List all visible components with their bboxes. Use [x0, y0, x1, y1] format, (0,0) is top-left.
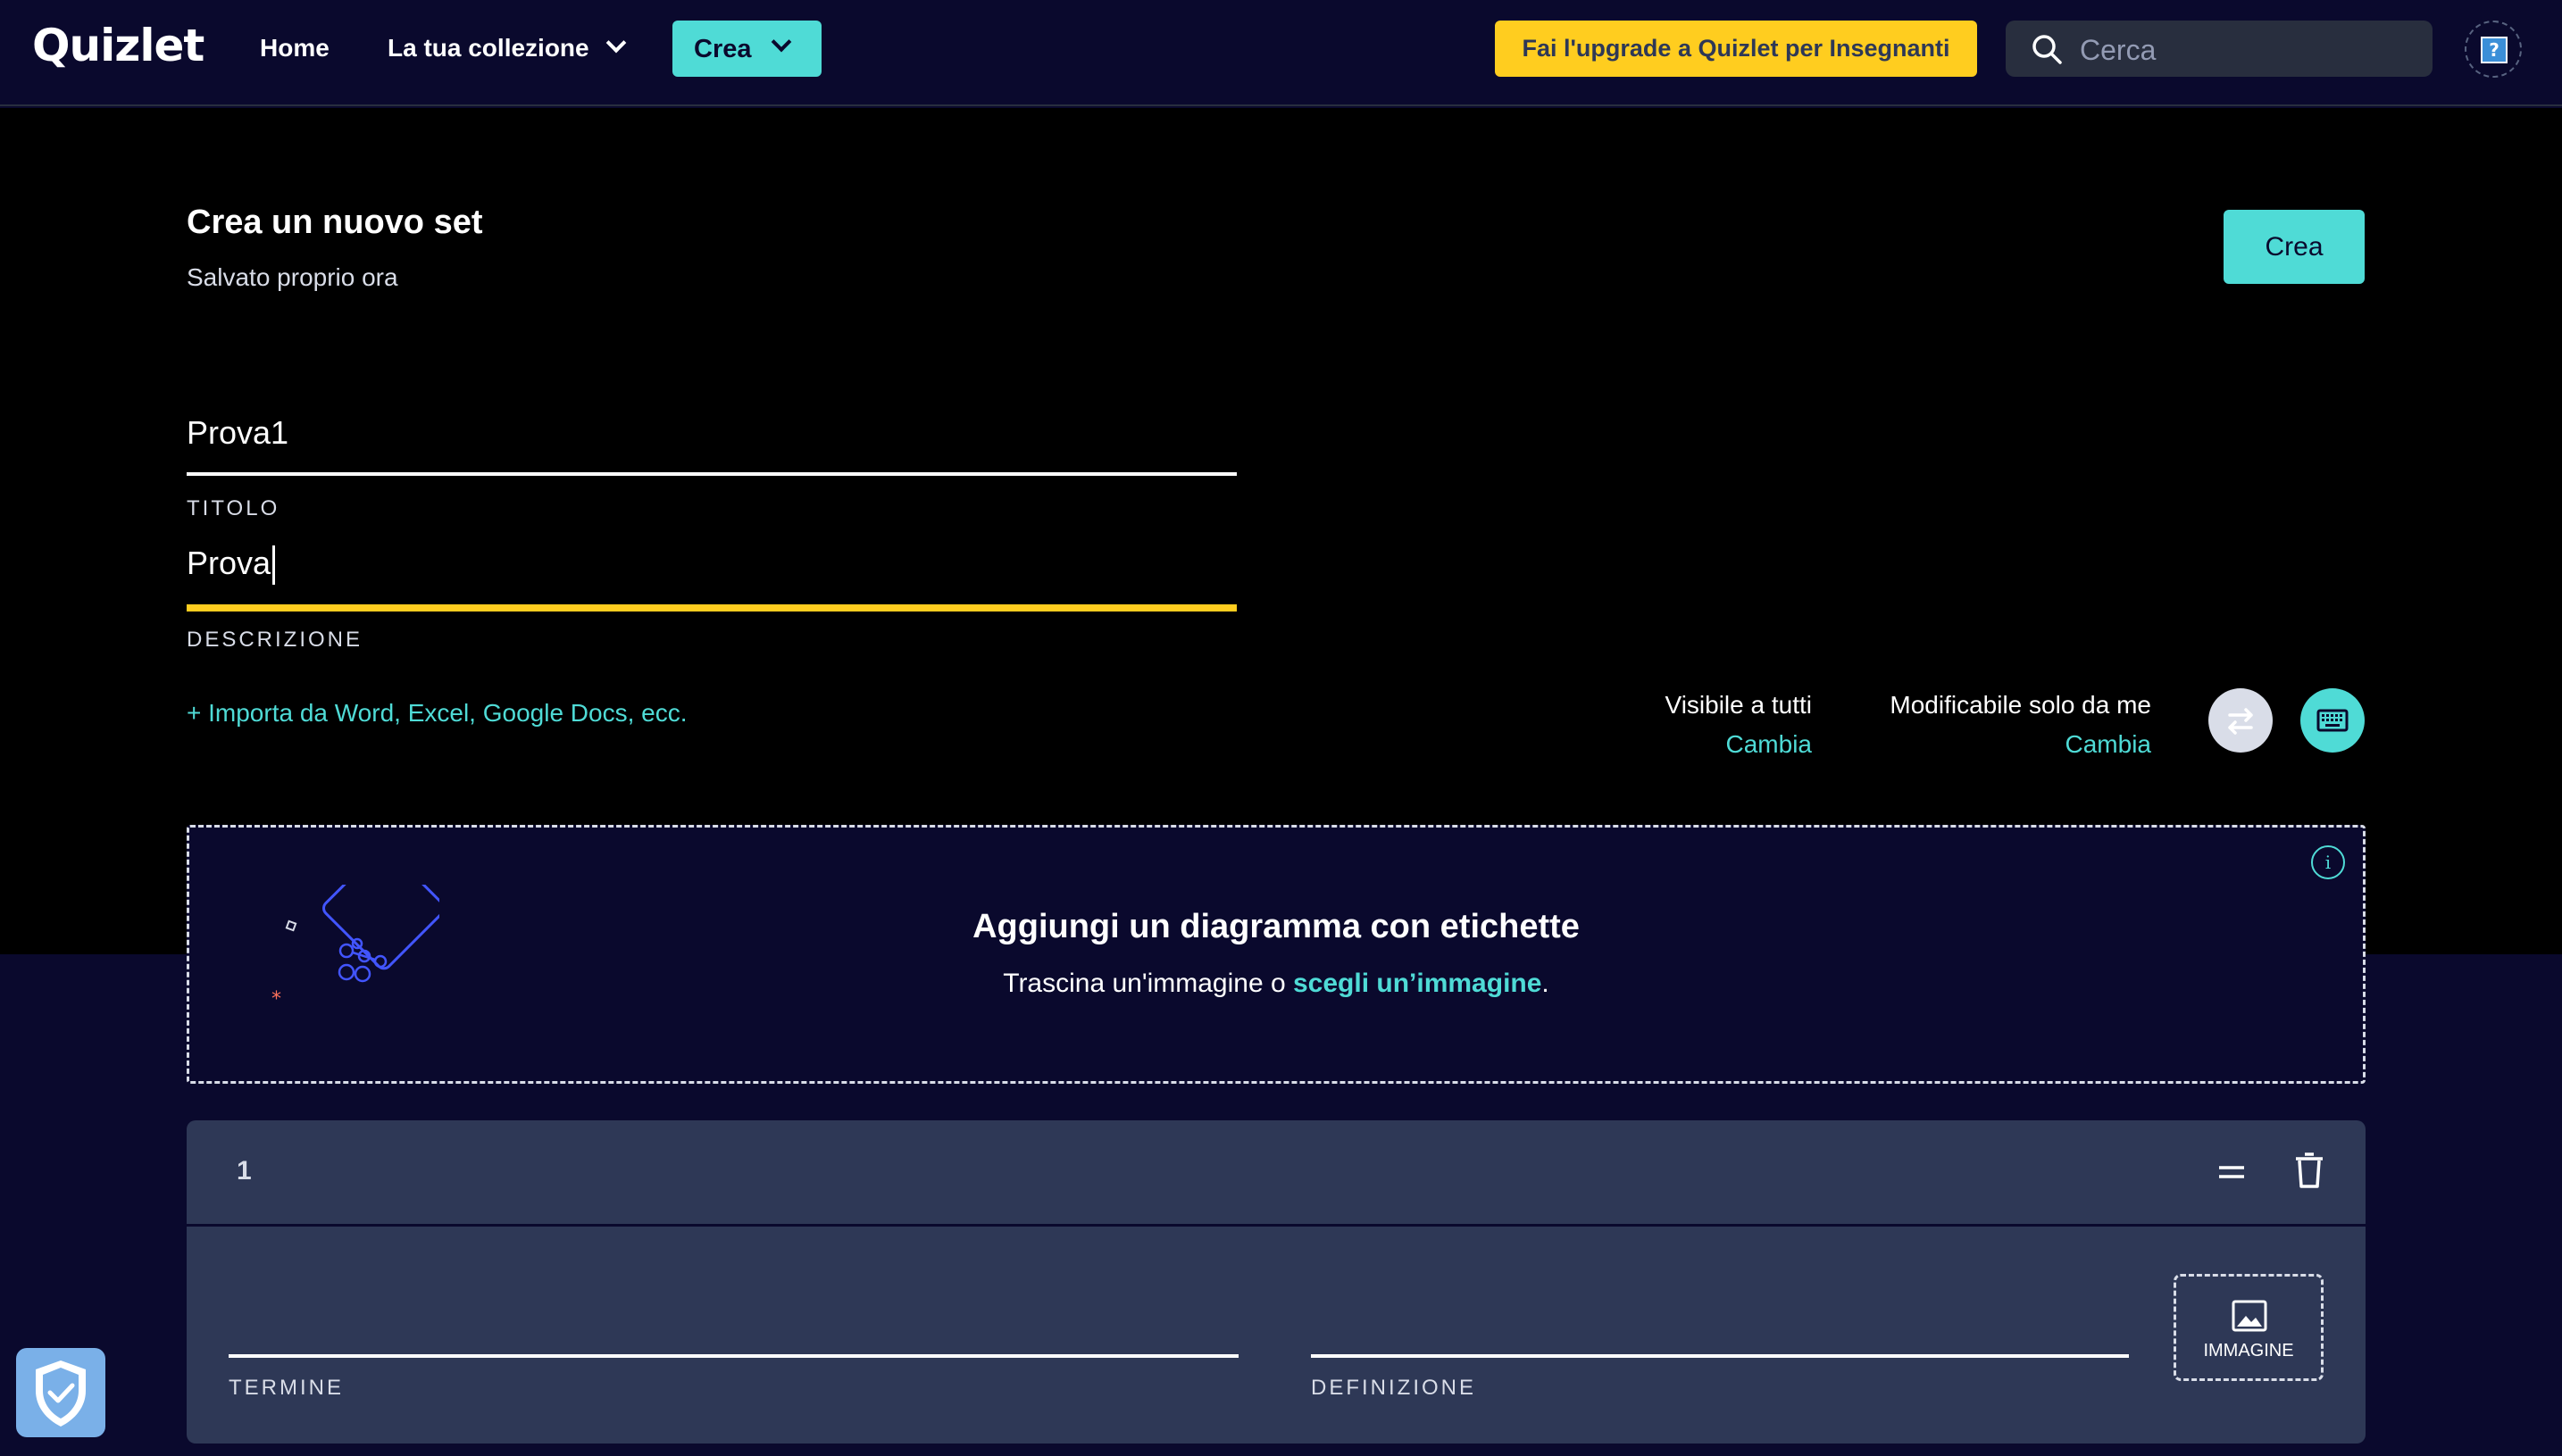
term-label: TERMINE	[229, 1376, 344, 1400]
description-underline-focused	[187, 604, 1237, 612]
definition-input[interactable]	[1311, 1354, 2129, 1358]
visibility-label: Visibile a tutti	[1665, 691, 1812, 719]
nav-home-link[interactable]: Home	[260, 34, 330, 62]
create-dropdown-button[interactable]: Crea	[672, 21, 822, 77]
diagram-drop-zone[interactable]: i * Aggiungi un diagramma con etichette …	[187, 825, 2366, 1084]
keyboard-icon	[2316, 709, 2349, 732]
choose-image-link[interactable]: scegli un’immagine	[1293, 969, 1541, 998]
visibility-change-link[interactable]: Cambia	[1665, 730, 1812, 759]
editing-label: Modificabile solo da me	[1890, 691, 2151, 719]
top-navigation-bar: Quizlet Home La tua collezione Crea Fai …	[0, 0, 2562, 106]
diagram-subtitle-suffix: .	[1541, 969, 1549, 998]
visibility-setting: Visibile a tutti Cambia	[1665, 691, 1812, 759]
image-icon	[2232, 1300, 2267, 1332]
swap-icon	[2228, 708, 2253, 735]
help-button[interactable]: ?	[2465, 21, 2522, 78]
term-card: 1 TERMINE DEFINIZIONE IMMAGINE	[187, 1120, 2366, 1444]
card-header: 1	[187, 1120, 2366, 1227]
save-status: Salvato proprio ora	[187, 263, 398, 291]
upgrade-button[interactable]: Fai l'upgrade a Quizlet per Insegnanti	[1495, 21, 1977, 77]
search-bar[interactable]: Cerca	[2006, 21, 2433, 77]
shield-icon	[36, 1360, 86, 1427]
editing-setting: Modificabile solo da me Cambia	[1890, 691, 2151, 759]
quizlet-logo[interactable]: Quizlet	[32, 20, 204, 71]
search-input[interactable]: Cerca	[2080, 34, 2156, 67]
info-icon[interactable]: i	[2311, 845, 2345, 879]
term-input[interactable]	[229, 1354, 1239, 1358]
editing-change-link[interactable]: Cambia	[1890, 730, 2151, 759]
description-input[interactable]: Prova	[187, 545, 276, 586]
keyboard-shortcuts-button[interactable]	[2300, 688, 2365, 753]
trash-icon[interactable]	[2294, 1152, 2324, 1188]
drag-handle-icon[interactable]	[2216, 1156, 2248, 1188]
diagram-heading: Aggiungi un diagramma con etichette	[972, 908, 1580, 945]
help-icon: ?	[2481, 37, 2508, 63]
search-icon	[2032, 35, 2062, 64]
nav-collection-label: La tua collezione	[388, 34, 589, 62]
create-dropdown-label: Crea	[694, 35, 752, 63]
add-image-button[interactable]: IMMAGINE	[2174, 1274, 2324, 1381]
card-number: 1	[237, 1156, 252, 1186]
create-set-button[interactable]: Crea	[2224, 210, 2365, 284]
description-label: DESCRIZIONE	[187, 628, 363, 652]
diagram-subtitle-prefix: Trascina un'immagine o	[1003, 969, 1293, 998]
diagram-subtitle: Trascina un'immagine o scegli un’immagin…	[189, 969, 2363, 999]
description-value: Prova	[187, 545, 271, 581]
title-input[interactable]: Prova1	[187, 414, 288, 452]
security-extension-shield-button[interactable]	[16, 1348, 105, 1437]
title-label: TITOLO	[187, 496, 280, 520]
diagram-illustration-icon: *	[271, 885, 439, 1011]
chevron-down-icon	[605, 32, 627, 54]
title-underline	[187, 472, 1237, 476]
nav-collection-dropdown[interactable]: La tua collezione	[388, 32, 627, 62]
page-title: Crea un nuovo set	[187, 204, 483, 241]
image-button-label: IMMAGINE	[2203, 1341, 2294, 1360]
chevron-down-icon	[771, 31, 792, 53]
swap-terms-button[interactable]	[2208, 688, 2273, 753]
text-caret	[272, 545, 276, 586]
definition-label: DEFINIZIONE	[1311, 1376, 1477, 1400]
import-link[interactable]: + Importa da Word, Excel, Google Docs, e…	[187, 699, 688, 728]
